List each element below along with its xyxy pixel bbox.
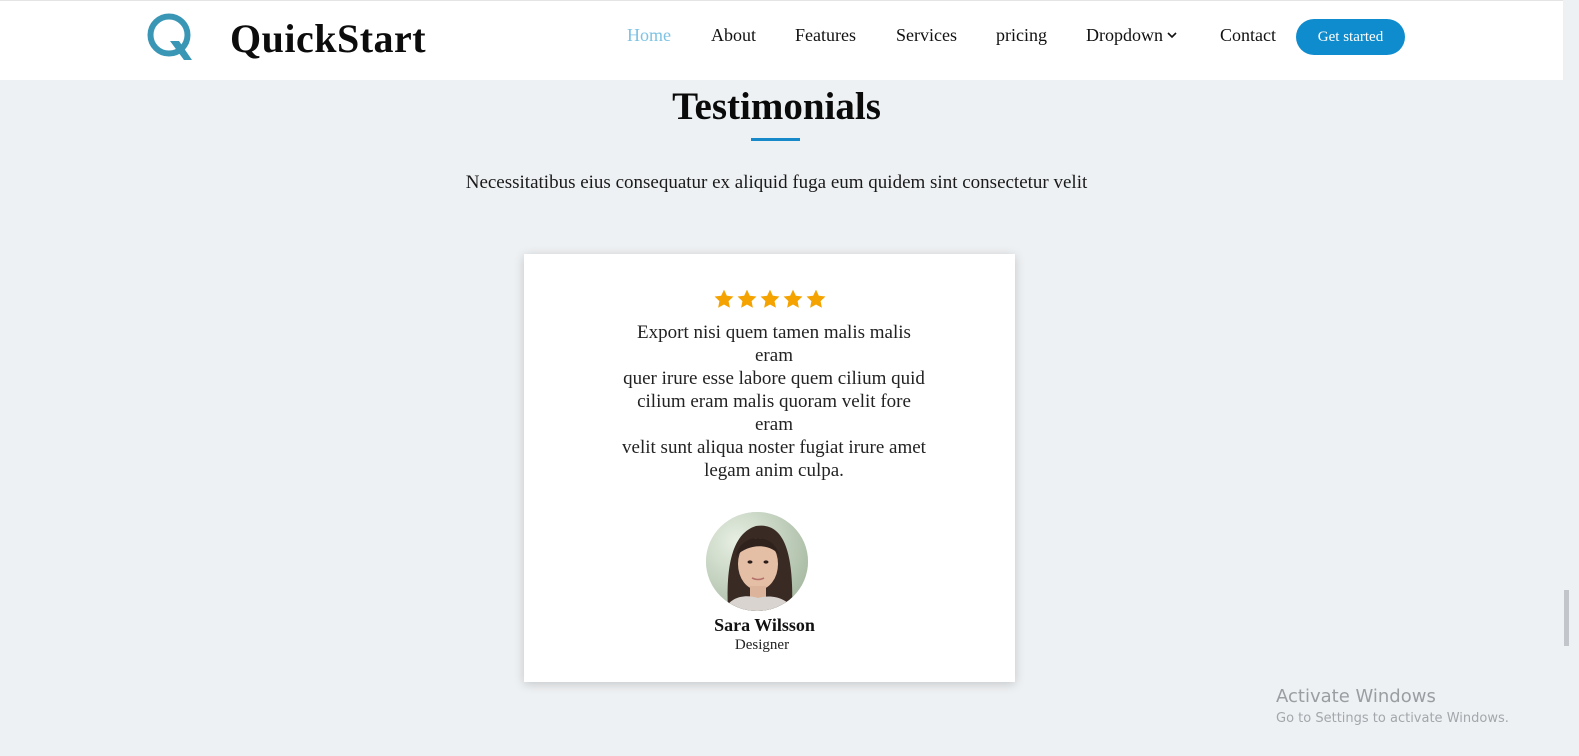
nav-services[interactable]: Services <box>896 25 957 46</box>
nav-home[interactable]: Home <box>627 25 671 46</box>
nav-dropdown-label: Dropdown <box>1086 25 1163 45</box>
testimonial-author-name: Sara Wilsson <box>714 615 815 635</box>
testimonial-author-role: Designer <box>734 637 790 653</box>
scrollbar-thumb[interactable] <box>1564 590 1569 646</box>
rating-stars <box>524 288 1015 315</box>
testimonial-quote: Export nisi quem tamen malis malis eram … <box>610 321 938 482</box>
star-icon <box>737 289 756 308</box>
q-logo-icon[interactable] <box>146 11 196 63</box>
star-icon <box>783 289 802 308</box>
brand-name[interactable]: QuickStart <box>230 15 426 62</box>
star-icon <box>806 289 825 308</box>
quote-line: Export nisi quem tamen malis malis <box>637 322 911 343</box>
site-header: QuickStart Home About Features Services … <box>0 0 1563 80</box>
section-title: Testimonials <box>672 85 881 128</box>
quote-line: quer irure esse labore quem cilium quid <box>623 368 925 389</box>
title-underline <box>751 138 800 141</box>
activation-watermark-title: Activate Windows <box>1276 686 1436 707</box>
avatar <box>706 512 808 611</box>
nav-pricing[interactable]: pricing <box>996 25 1047 46</box>
activation-watermark-subtitle: Go to Settings to activate Windows. <box>1276 711 1509 726</box>
chevron-down-icon <box>1167 32 1177 39</box>
avatar-portrait <box>706 512 808 611</box>
quote-line: velit sunt aliqua noster fugiat irure am… <box>622 437 926 458</box>
quote-line: cilium eram malis quoram velit fore <box>637 391 911 412</box>
quote-line: legam anim culpa. <box>704 460 844 481</box>
section-subtitle: Necessitatibus eius consequatur ex aliqu… <box>465 172 1088 193</box>
testimonial-card: Export nisi quem tamen malis malis eram … <box>524 254 1015 682</box>
quote-line: eram <box>755 345 793 366</box>
nav-contact[interactable]: Contact <box>1220 25 1276 46</box>
nav-dropdown[interactable]: Dropdown <box>1086 25 1177 46</box>
star-icon <box>760 289 779 308</box>
nav-about[interactable]: About <box>711 25 756 46</box>
get-started-button[interactable]: Get started <box>1296 19 1405 55</box>
quote-line: eram <box>755 414 793 435</box>
star-icon <box>714 289 733 308</box>
nav-features[interactable]: Features <box>795 25 856 46</box>
